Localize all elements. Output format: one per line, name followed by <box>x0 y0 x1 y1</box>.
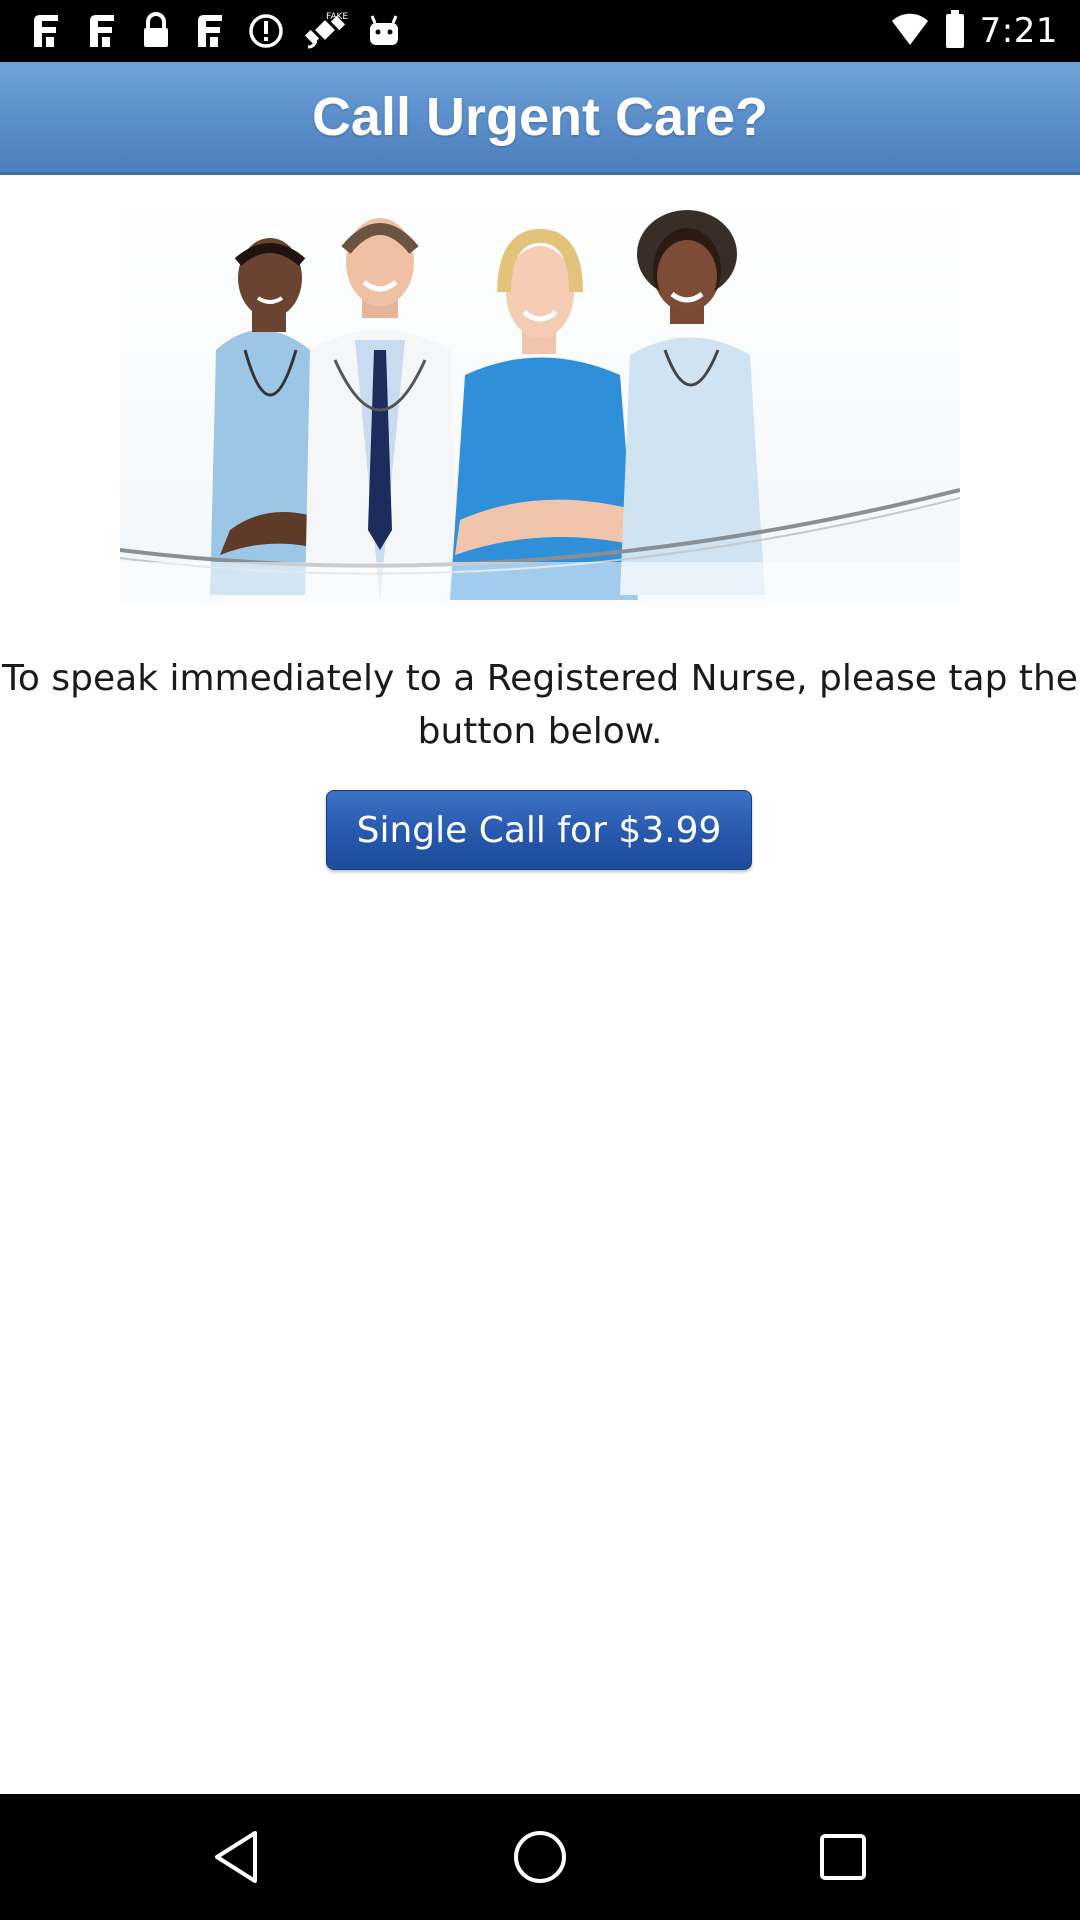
app-notification-icon <box>190 11 230 51</box>
app-notification-icon <box>26 11 66 51</box>
back-icon[interactable] <box>201 1824 271 1890</box>
doctors-team-image <box>119 200 961 605</box>
single-call-button[interactable]: Single Call for $3.99 <box>326 790 752 870</box>
system-nav-bar <box>0 1794 1080 1920</box>
android-icon <box>364 11 404 51</box>
instruction-text: To speak immediately to a Registered Nur… <box>2 658 1078 752</box>
battery-icon <box>944 9 966 53</box>
alert-circle-icon <box>246 11 286 51</box>
app-screen: FAKE 7:21 Call Urgent Care? To speak imm… <box>0 0 1080 1920</box>
fake-gps-icon: FAKE <box>302 9 348 53</box>
status-bar: FAKE 7:21 <box>0 0 1080 62</box>
home-icon[interactable] <box>505 1824 575 1890</box>
notification-icons: FAKE <box>26 10 404 52</box>
app-notification-icon <box>82 11 122 51</box>
app-header: Call Urgent Care? <box>0 62 1080 175</box>
svg-text:FAKE: FAKE <box>326 12 348 22</box>
status-right: 7:21 <box>890 8 1058 54</box>
recents-icon[interactable] <box>808 1824 878 1890</box>
page-title: Call Urgent Care? <box>311 87 769 147</box>
lock-icon <box>138 11 174 51</box>
clock: 7:21 <box>979 11 1058 51</box>
wifi-icon <box>890 11 930 51</box>
